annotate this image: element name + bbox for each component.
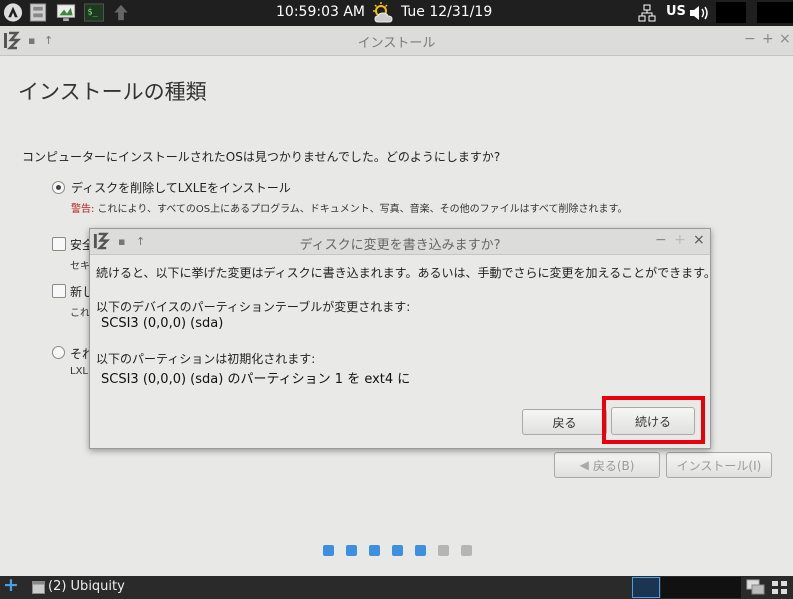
tray-block: [716, 2, 746, 23]
maximize-icon[interactable]: +: [762, 31, 774, 47]
svg-text:$_: $_: [87, 7, 98, 17]
taskbar: + (2) Ubiquity: [0, 574, 793, 599]
up-arrow-icon[interactable]: [111, 2, 131, 23]
back-arrow-icon: ◀: [579, 458, 589, 472]
progress-dot: [323, 545, 334, 556]
date[interactable]: Tue 12/31/19: [401, 4, 492, 20]
back-button[interactable]: ◀ 戻る(B): [554, 452, 660, 478]
format-device: SCSI3 (0,0,0) (sda) のパーティション 1 を ext4 に: [101, 372, 411, 387]
warning-prefix: 警告:: [71, 204, 95, 215]
grid-icon[interactable]: [770, 579, 790, 596]
progress-dot: [346, 545, 357, 556]
option-sub: セキ: [70, 261, 90, 272]
minimize-icon[interactable]: −: [744, 31, 756, 47]
file-manager-icon[interactable]: [28, 2, 48, 23]
keyboard-layout[interactable]: US: [666, 4, 686, 19]
dialog-back-button[interactable]: 戻る: [522, 409, 607, 435]
window-titlebar[interactable]: ▪ ↑ インストール − + ×: [0, 26, 793, 56]
add-icon[interactable]: +: [3, 574, 19, 596]
radio-something-else[interactable]: [52, 346, 65, 359]
lxle-menu-icon[interactable]: [2, 2, 24, 23]
monitor-icon[interactable]: [55, 2, 77, 23]
top-panel: $_ 10:59:03 AM Tue 12/31/19 US: [0, 0, 793, 26]
format-label: 以下のパーティションは初期化されます:: [96, 352, 316, 366]
terminal-icon[interactable]: $_: [83, 2, 105, 23]
tray-block: [757, 2, 793, 23]
network-icon[interactable]: [638, 4, 656, 22]
progress-dot: [392, 545, 403, 556]
page-heading: インストールの種類: [18, 80, 207, 104]
maximize-icon[interactable]: +: [674, 232, 686, 248]
clock[interactable]: 10:59:03 AM: [276, 4, 365, 20]
dialog-titlebar[interactable]: ▪ ↑ ディスクに変更を書き込みますか? − + ×: [90, 229, 710, 255]
install-button[interactable]: インストール(I): [666, 452, 772, 478]
partition-table-device: SCSI3 (0,0,0) (sda): [101, 316, 224, 331]
volume-icon[interactable]: [688, 4, 710, 22]
continue-highlight-box: [602, 396, 705, 444]
radio-erase-disk[interactable]: [52, 181, 65, 194]
close-icon[interactable]: ×: [693, 232, 705, 248]
install-question: コンピューターにインストールされたOSは見つかりませんでした。どのようにしますか…: [22, 150, 501, 164]
partition-table-label: 以下のデバイスのパーティションテーブルが変更されます:: [96, 300, 411, 314]
option-sub: LXL: [70, 366, 88, 377]
workspace-switcher-2[interactable]: [661, 577, 741, 598]
option-label[interactable]: ディスクを削除してLXLEをインストール: [71, 179, 291, 196]
dialog-intro: 続けると、以下に挙げた変更はディスクに書き込まれます。あるいは、手動でさらに変更…: [96, 266, 716, 280]
workspace-switcher[interactable]: [632, 577, 660, 598]
progress-dot: [438, 545, 449, 556]
windows-icon[interactable]: [746, 579, 766, 596]
progress-dot: [461, 545, 472, 556]
taskbar-item-ubiquity[interactable]: (2) Ubiquity: [48, 579, 125, 594]
window-icon: [32, 581, 45, 594]
close-icon[interactable]: ×: [779, 31, 791, 47]
minimize-icon[interactable]: −: [655, 232, 667, 248]
progress-dot: [415, 545, 426, 556]
option-sub: これ: [70, 308, 90, 319]
checkbox-option-3[interactable]: [52, 284, 66, 298]
warning-text: これにより、すべてのOS上にあるプログラム、ドキュメント、写真、音楽、その他のフ…: [94, 204, 628, 215]
window-title: インストール: [357, 36, 436, 51]
option-warning: 警告: これにより、すべてのOS上にあるプログラム、ドキュメント、写真、音楽、そ…: [71, 200, 627, 215]
checkbox-option-2[interactable]: [52, 237, 66, 251]
dialog-title: ディスクに変更を書き込みますか?: [299, 238, 501, 253]
back-button-label: 戻る(B): [592, 458, 635, 473]
weather-partly-cloudy-icon[interactable]: [370, 1, 398, 25]
progress-dot: [369, 545, 380, 556]
